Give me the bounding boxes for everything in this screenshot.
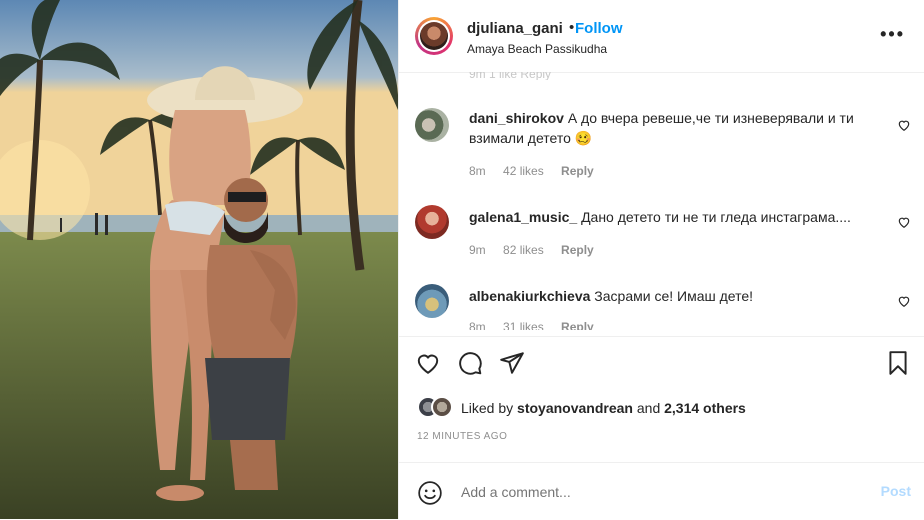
instagram-post-view: djuliana_gani • Follow Amaya Beach Passi…	[0, 0, 924, 519]
post-details-panel: djuliana_gani • Follow Amaya Beach Passi…	[398, 0, 924, 519]
commenter-avatar[interactable]	[415, 108, 449, 142]
liked-by-avatars[interactable]	[417, 396, 457, 418]
liked-by-prefix: Liked by	[461, 400, 514, 416]
actions-divider	[399, 336, 924, 337]
post-actions-bar	[415, 350, 909, 378]
commenter-avatar[interactable]	[415, 205, 449, 239]
photo-illustration	[0, 0, 398, 519]
liked-by-line: Liked by stoyanovandrean and 2,314 other…	[461, 400, 746, 416]
comment-text-block: albenakiurkchieva Засрами се! Имаш дете!	[469, 286, 869, 306]
comment-bubble-icon[interactable]	[457, 350, 483, 376]
reply-button[interactable]: Reply	[561, 320, 594, 330]
liked-by-user[interactable]: stoyanovandrean	[517, 400, 633, 416]
reply-button[interactable]: Reply	[561, 164, 594, 178]
comment-meta: 8m 31 likes Reply	[469, 320, 608, 330]
post-header: djuliana_gani • Follow Amaya Beach Passi…	[399, 0, 924, 73]
share-send-icon[interactable]	[499, 350, 525, 376]
post-timestamp[interactable]: 12 MINUTES AGO	[417, 431, 507, 442]
emoji-smile-icon[interactable]	[417, 480, 443, 506]
post-photo[interactable]	[0, 0, 398, 519]
save-bookmark-icon[interactable]	[885, 350, 911, 376]
more-options-icon[interactable]: •••	[880, 24, 905, 45]
comment-likes[interactable]: 82 likes	[503, 243, 544, 257]
follow-button[interactable]: Follow	[575, 20, 623, 37]
liker-avatar	[431, 396, 453, 418]
comment-item: albenakiurkchieva Засрами се! Имаш дете!…	[399, 284, 924, 330]
author-username[interactable]: djuliana_gani	[467, 20, 563, 37]
comment-text-block: dani_shirokov А до вчера ревеше,че ти из…	[469, 108, 869, 148]
comment-body: Дано детето ти не ти гледа инстаграма...…	[581, 209, 851, 225]
comment-time: 8m	[469, 320, 486, 330]
header-separator: •	[569, 19, 575, 36]
commenter-avatar[interactable]	[415, 284, 449, 318]
reply-button[interactable]: Reply	[561, 243, 594, 257]
comment-like-heart-icon[interactable]	[897, 294, 911, 308]
add-comment-bar: Post	[399, 462, 924, 520]
scrolled-comment-meta: 9m 1 like Reply	[469, 72, 552, 80]
like-heart-icon[interactable]	[415, 350, 441, 376]
comment-meta: 8m 42 likes Reply	[469, 164, 608, 178]
commenter-username[interactable]: albenakiurkchieva	[469, 288, 590, 304]
post-comment-button[interactable]: Post	[881, 483, 911, 499]
comment-like-heart-icon[interactable]	[897, 215, 911, 229]
comment-body: Засрами се! Имаш дете!	[594, 288, 754, 304]
comment-time: 9m	[469, 243, 486, 257]
liked-by-and: and	[636, 400, 661, 416]
commenter-username[interactable]: dani_shirokov	[469, 110, 564, 126]
add-comment-input[interactable]	[459, 483, 843, 501]
comment-time: 8m	[469, 164, 486, 178]
comment-likes[interactable]: 31 likes	[503, 320, 544, 330]
commenter-username[interactable]: galena1_music_	[469, 209, 577, 225]
liked-by-count[interactable]: 2,314 others	[664, 400, 746, 416]
comment-text-block: galena1_music_ Дано детето ти не ти глед…	[469, 207, 869, 227]
comment-likes[interactable]: 42 likes	[503, 164, 544, 178]
comment-like-heart-icon[interactable]	[897, 118, 911, 132]
comment-meta: 9m 82 likes Reply	[469, 243, 608, 257]
post-location[interactable]: Amaya Beach Passikudha	[467, 42, 607, 56]
author-avatar[interactable]	[415, 17, 453, 55]
